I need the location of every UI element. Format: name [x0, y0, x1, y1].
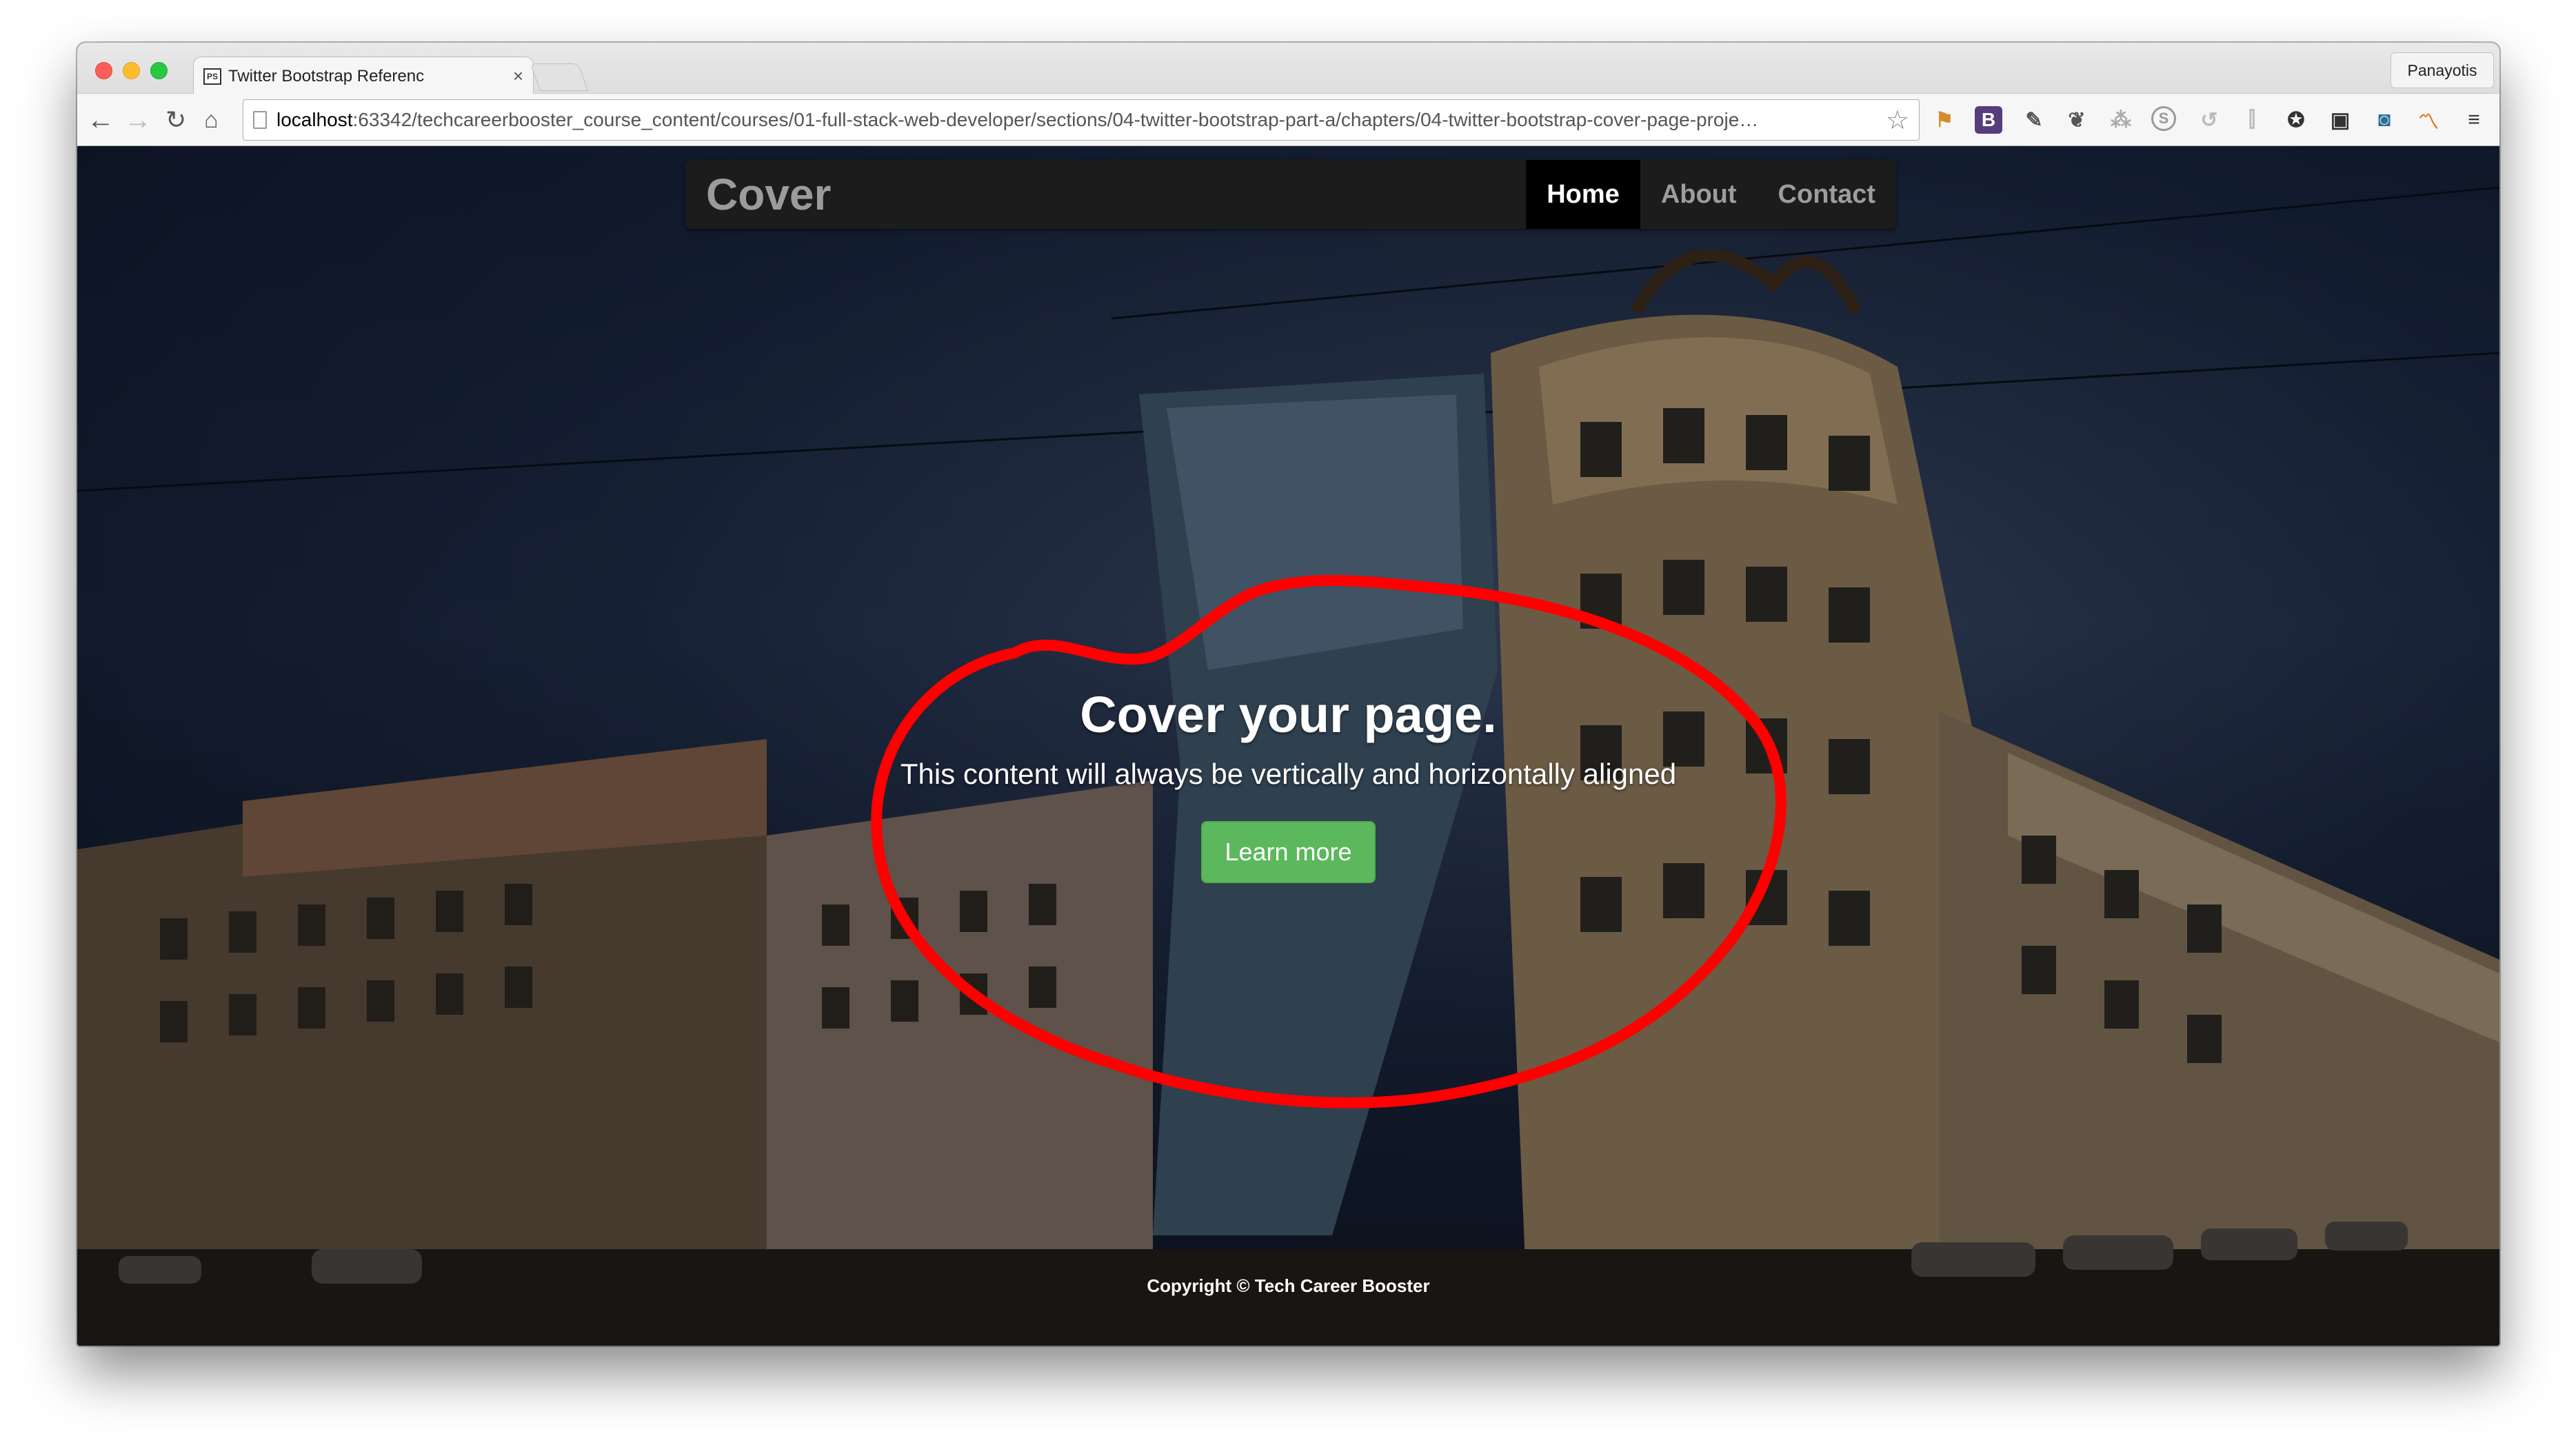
aperture-icon[interactable]: ✪ — [2282, 106, 2310, 134]
bootstrap-b-icon[interactable]: B — [1975, 106, 2002, 134]
forward-arrow-icon[interactable]: → — [124, 103, 152, 136]
browser-window: PS Twitter Bootstrap Referenc × Panayoti… — [77, 43, 2499, 1346]
masthead-nav: Home About Contact — [1526, 160, 1896, 229]
window-minimize-button[interactable] — [123, 62, 140, 79]
masthead-navbar: Cover Home About Contact — [685, 160, 1896, 229]
sync-icon[interactable]: ↺ — [2195, 106, 2223, 134]
tab-title: Twitter Bootstrap Referenc — [228, 66, 425, 85]
url-host: localhost — [276, 109, 353, 130]
nav-link-home[interactable]: Home — [1526, 160, 1640, 229]
menu-icon[interactable]: ≡ — [2460, 106, 2488, 134]
brand-logo[interactable]: Cover — [706, 169, 831, 220]
evernote-icon[interactable]: ❦ — [2063, 106, 2091, 134]
cover-lead: This content will always be vertically a… — [900, 758, 1677, 790]
url-path: :63342/techcareerbooster_course_content/… — [352, 109, 1759, 130]
nav-link-contact[interactable]: Contact — [1758, 160, 1896, 229]
skype-icon[interactable]: S — [2151, 106, 2176, 131]
eyedropper-icon[interactable]: ✎ — [2020, 106, 2048, 134]
cover-heading: Cover your page. — [1080, 686, 1497, 743]
tab-strip: PS Twitter Bootstrap Referenc × Panayoti… — [77, 43, 2499, 95]
footer-copyright: Copyright © Tech Career Booster — [1147, 1275, 1430, 1296]
star-icon[interactable]: ☆ — [1886, 105, 1909, 136]
bookmark-flag-icon[interactable]: ⚑ — [1931, 106, 1958, 134]
readability-icon[interactable]: ⫿ — [2238, 106, 2266, 134]
tab-close-icon[interactable]: × — [513, 65, 523, 87]
window-maximize-button[interactable] — [150, 62, 168, 79]
page-icon — [253, 111, 267, 129]
profile-button[interactable]: Panayotis — [2391, 52, 2494, 88]
reload-icon[interactable]: ↻ — [165, 103, 186, 136]
window-icon[interactable]: ▣ — [2326, 106, 2354, 134]
back-arrow-icon[interactable]: ← — [87, 103, 114, 136]
analytics-icon[interactable]: 〽 — [2415, 106, 2442, 134]
nav-link-about[interactable]: About — [1640, 160, 1758, 229]
lock-icon[interactable]: ◙ — [2371, 106, 2398, 134]
learn-more-button[interactable]: Learn more — [1201, 821, 1376, 883]
cover-content: Cover your page. This content will alway… — [77, 685, 2499, 883]
tab-favicon-icon: PS — [203, 68, 221, 85]
browser-tab[interactable]: PS Twitter Bootstrap Referenc × — [193, 57, 534, 95]
home-icon[interactable]: ⌂ — [204, 103, 219, 136]
window-close-button[interactable] — [95, 62, 112, 79]
page-viewport: Cover Home About Contact Cover your page… — [77, 146, 2499, 1346]
address-bar[interactable]: localhost:63342/techcareerbooster_course… — [243, 99, 1920, 141]
url-text[interactable]: localhost:63342/techcareerbooster_course… — [276, 109, 1886, 131]
new-tab-button[interactable] — [530, 63, 589, 91]
browser-toolbar: ← → ↻ ⌂ localhost:63342/techcareerbooste… — [77, 94, 2499, 146]
translate-icon[interactable]: ⁂ — [2107, 106, 2135, 134]
